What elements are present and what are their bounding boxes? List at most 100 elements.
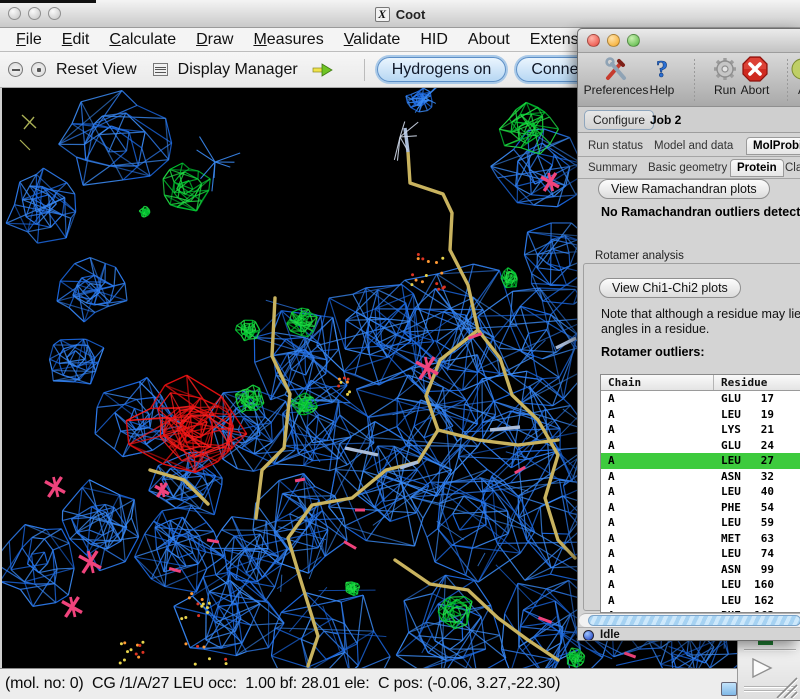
table-header[interactable]: Chain Residue (601, 375, 800, 391)
scrollbar-thumb[interactable] (588, 615, 800, 626)
cell-residue: LEU 40 (714, 484, 774, 500)
section-tab-strip: Run status Model and data MolProbity (578, 135, 800, 157)
expand-triangle-icon[interactable] (750, 657, 776, 681)
svg-text:?: ? (656, 57, 668, 82)
tab-basic-geometry[interactable]: Basic geometry (642, 159, 733, 177)
rotamer-outliers-table[interactable]: Chain Residue AGLU 17ALEU 19ALYS 21AGLU … (600, 374, 800, 613)
tab-protein[interactable]: Protein (730, 159, 784, 177)
menu-item-validate[interactable]: Validate (334, 31, 411, 49)
rotamer-note-line-1: Note that although a residue may lie (601, 307, 800, 321)
tab-clashes[interactable]: Clashes (779, 159, 800, 177)
menu-item-file[interactable]: File (6, 31, 52, 49)
view-center-icon[interactable] (31, 62, 46, 77)
tab-run-status[interactable]: Run status (582, 137, 649, 155)
cell-residue: LEU 27 (714, 453, 774, 469)
panel-divider (744, 649, 796, 650)
x11-icon: X (375, 7, 390, 22)
cell-chain: A (601, 438, 714, 454)
ramachandran-status-text: No Ramachandran outliers detected (601, 205, 800, 219)
cell-chain: A (601, 515, 714, 531)
display-manager-icon[interactable] (153, 63, 168, 76)
rotamer-row-lys-21[interactable]: ALYS 21 (601, 422, 800, 438)
reset-view-button[interactable]: Reset View (56, 61, 137, 79)
desktop-edge-strip (0, 0, 96, 3)
corner-panel (737, 641, 800, 699)
help-question-icon: ? (649, 56, 675, 82)
atom-status-text: (mol. no: 0) CG /1/A/27 LEU occ: 1.00 bf… (0, 675, 560, 693)
resize-grip-icon[interactable] (775, 676, 799, 698)
main-status-bar: (mol. no: 0) CG /1/A/27 LEU occ: 1.00 bf… (0, 668, 737, 699)
menu-item-hid[interactable]: HID (410, 31, 458, 49)
screen: X Coot FileEditCalculateDrawMeasuresVali… (0, 0, 800, 699)
preferences-tools-icon (603, 56, 629, 82)
rotamer-row-leu-160[interactable]: ALEU 160 (601, 577, 800, 593)
toolbar-separator (694, 59, 695, 101)
display-manager-button[interactable]: Display Manager (178, 61, 298, 79)
help-button[interactable]: ? Help (640, 56, 684, 97)
menu-item-draw[interactable]: Draw (186, 31, 243, 49)
cell-chain: A (601, 407, 714, 423)
dialog-close-icon[interactable] (587, 34, 600, 47)
cell-residue: MET 63 (714, 531, 774, 547)
cell-residue: GLU 17 (714, 391, 774, 407)
dialog-minimize-icon[interactable] (607, 34, 620, 47)
green-arrow-icon[interactable] (312, 62, 334, 78)
tab-job-2[interactable]: Job 2 (642, 110, 689, 130)
horizontal-scrollbar[interactable] (579, 613, 800, 627)
rotamer-row-leu-74[interactable]: ALEU 74 (601, 546, 800, 562)
cell-residue: LYS 21 (714, 422, 774, 438)
view-toggle-icon[interactable] (8, 62, 23, 77)
rotamer-row-asn-99[interactable]: AASN 99 (601, 562, 800, 578)
rotamer-row-met-63[interactable]: AMET 63 (601, 531, 800, 547)
dialog-status-bar: Idle (578, 627, 800, 641)
cell-residue: GLU 24 (714, 438, 774, 454)
menu-item-calculate[interactable]: Calculate (99, 31, 186, 49)
cell-chain: A (601, 531, 714, 547)
job-tab-strip: Configure Job 2 (578, 107, 800, 133)
preferences-button[interactable]: Preferences (586, 56, 646, 97)
rotamer-row-leu-162[interactable]: ALEU 162 (601, 593, 800, 609)
rotamer-row-glu-24[interactable]: AGLU 24 (601, 438, 800, 454)
menu-item-measures[interactable]: Measures (243, 31, 333, 49)
overflow-action-button[interactable]: A (792, 56, 800, 97)
rotamer-row-glu-17[interactable]: AGLU 17 (601, 391, 800, 407)
cell-chain: A (601, 593, 714, 609)
cell-chain: A (601, 453, 714, 469)
rotamer-row-phe-54[interactable]: APHE 54 (601, 500, 800, 516)
cell-chain: A (601, 391, 714, 407)
tab-model-and-data[interactable]: Model and data (648, 137, 739, 155)
cell-chain: A (601, 422, 714, 438)
window-title-group: X Coot (0, 0, 800, 28)
abort-stop-icon (742, 56, 768, 82)
abort-button[interactable]: Abort (732, 56, 778, 97)
rotamer-row-asn-32[interactable]: AASN 32 (601, 469, 800, 485)
window-title: Coot (396, 7, 426, 22)
view-chi1-chi2-plots-button[interactable]: View Chi1-Chi2 plots (599, 278, 741, 298)
validation-dialog: Preferences ? Help Run (577, 28, 800, 641)
cell-chain: A (601, 469, 714, 485)
rotamer-row-leu-27[interactable]: ALEU 27 (601, 453, 800, 469)
rotamer-note-line-2: angles in a residue. (601, 322, 709, 336)
dialog-titlebar[interactable] (578, 29, 800, 53)
hydrogens-toggle-button[interactable]: Hydrogens on (377, 57, 507, 82)
column-header-chain[interactable]: Chain (601, 375, 714, 390)
toolbar-separator (364, 59, 365, 81)
dialog-zoom-icon[interactable] (627, 34, 640, 47)
cell-chain: A (601, 546, 714, 562)
rotamer-frame-label: Rotamer analysis (592, 250, 687, 262)
toolbar-separator (787, 59, 788, 101)
menu-item-about[interactable]: About (458, 31, 520, 49)
main-window-titlebar[interactable]: X Coot (0, 0, 800, 28)
scroll-chip[interactable] (721, 682, 737, 696)
cell-residue: LEU 162 (714, 593, 774, 609)
rotamer-row-leu-59[interactable]: ALEU 59 (601, 515, 800, 531)
cell-chain: A (601, 500, 714, 516)
rotamer-row-leu-19[interactable]: ALEU 19 (601, 407, 800, 423)
view-ramachandran-plots-button[interactable]: View Ramachandran plots (598, 179, 770, 199)
menu-item-edit[interactable]: Edit (52, 31, 100, 49)
cell-residue: LEU 160 (714, 577, 774, 593)
tab-molprobity[interactable]: MolProbity (746, 137, 800, 155)
tab-summary[interactable]: Summary (582, 159, 643, 177)
rotamer-row-leu-40[interactable]: ALEU 40 (601, 484, 800, 500)
column-header-residue[interactable]: Residue (714, 375, 767, 390)
